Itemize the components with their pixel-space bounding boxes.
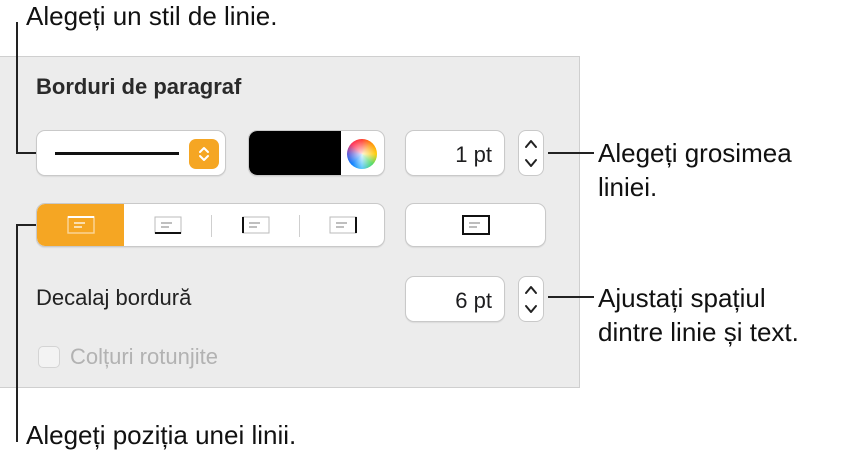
leader-line-style-v (16, 22, 18, 153)
offset-label: Decalaj bordură (36, 285, 192, 310)
rounded-corners-label: Colțuri rotunjite (70, 344, 218, 369)
leader-line-style-h (16, 152, 36, 154)
offset-stepper[interactable] (518, 276, 544, 322)
thickness-value: 1 pt (455, 142, 492, 167)
segment-right-border[interactable] (299, 204, 384, 246)
box-border-button[interactable] (405, 203, 546, 247)
callout-line-style: Alegeți un stil de linie. (26, 1, 278, 31)
top-border-icon (66, 216, 95, 234)
segment-left-border[interactable] (212, 204, 299, 246)
bottom-border-icon (154, 216, 181, 234)
offset-value: 6 pt (455, 288, 492, 313)
border-position-segmented[interactable] (36, 203, 385, 247)
line-style-sample (55, 152, 179, 155)
right-border-icon (329, 216, 357, 234)
rounded-corners-checkbox[interactable] (38, 346, 60, 368)
popup-arrows-icon (189, 139, 219, 169)
leader-position-h (16, 224, 36, 226)
callout-thickness-2: liniei. (598, 172, 658, 202)
offset-field[interactable]: 6 pt (405, 276, 505, 322)
segment-top-border[interactable] (37, 204, 124, 246)
thickness-stepper[interactable] (518, 130, 544, 176)
line-style-popup[interactable] (36, 130, 226, 176)
leader-offset (548, 296, 594, 298)
thickness-field[interactable]: 1 pt (405, 130, 505, 176)
color-wheel-icon[interactable] (347, 139, 377, 169)
stepper-down-icon[interactable] (524, 302, 538, 316)
callout-position: Alegeți poziția unei linii. (26, 420, 297, 450)
section-title: Borduri de paragraf (36, 74, 242, 99)
stepper-down-icon[interactable] (524, 156, 538, 170)
leader-thickness (548, 152, 594, 154)
left-border-icon (241, 216, 269, 234)
color-swatch[interactable] (249, 131, 341, 175)
callout-offset-1: Ajustați spațiul (598, 283, 766, 313)
segment-bottom-border[interactable] (124, 204, 211, 246)
box-border-icon (461, 215, 490, 235)
callout-thickness-1: Alegeți grosimea (598, 138, 792, 168)
callout-offset-2: dintre linie și text. (598, 317, 799, 347)
stepper-up-icon[interactable] (524, 137, 538, 151)
stepper-up-icon[interactable] (524, 283, 538, 297)
leader-position-v (16, 224, 18, 442)
border-color-well[interactable] (248, 130, 385, 176)
